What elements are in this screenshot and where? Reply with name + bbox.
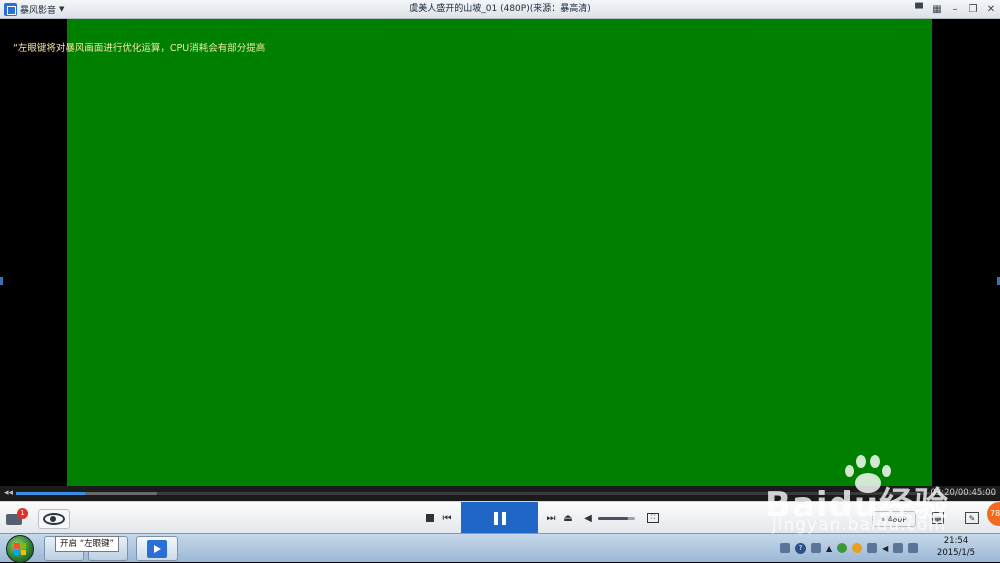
toolbox-badge: 1 — [17, 508, 28, 519]
seek-progress — [16, 492, 85, 495]
previous-button[interactable]: ⏮ — [442, 512, 452, 524]
video-area[interactable]: “左眼键将对暴风画面进行优化运算，CPU消耗会有部分提高 — [0, 19, 1000, 486]
video-frame[interactable] — [67, 19, 932, 486]
cloud-icon[interactable] — [867, 543, 878, 553]
restore-button[interactable]: ❐ — [968, 4, 978, 15]
window-title: 虞美人盛开的山坡_01 (480P)(来源：暴高清) — [409, 3, 591, 14]
volume-level — [598, 517, 628, 520]
clock-time: 21:54 — [943, 536, 969, 546]
left-edge-handle[interactable] — [0, 277, 3, 285]
osd-message: “左眼键将对暴风画面进行优化运算，CPU消耗会有部分提高 — [13, 43, 266, 54]
edit-icon: ✎ — [968, 513, 976, 523]
time-readout: 03:20/00:45:00 — [930, 488, 996, 498]
mute-button[interactable]: ◀ — [582, 512, 594, 524]
fullscreen-icon: ⛶ — [650, 514, 656, 521]
skin-icon[interactable]: ▦ — [932, 4, 942, 15]
left-eye-button[interactable] — [38, 509, 70, 529]
tooltip: 开启 “左眼键” — [55, 536, 120, 552]
playlist-button[interactable]: ▦ — [932, 512, 944, 524]
quality-label: 480P — [887, 514, 907, 524]
skip-previous-icon: ⏮ — [442, 512, 452, 524]
baofeng-logo-icon — [4, 2, 17, 16]
speaker-icon: ◀ — [584, 512, 592, 524]
stop-icon — [426, 514, 434, 522]
window-controls: ▀ ▦ – ❐ ✕ — [914, 0, 996, 19]
close-button[interactable]: ✕ — [986, 4, 996, 15]
qq-icon[interactable] — [852, 543, 863, 553]
control-bar: 1 ⏮ ⏭ ⏏ ◀ ⛶ » 480P ▦ ✎ 78 — [0, 501, 1000, 534]
next-button[interactable]: ⏭ — [546, 512, 556, 524]
player-app-icon — [147, 540, 167, 558]
promo-badge[interactable]: 78 — [987, 502, 1000, 526]
chevron-down-icon: ▼ — [59, 5, 65, 13]
windows-logo-icon — [14, 543, 26, 555]
quality-button[interactable]: » 480P — [872, 511, 916, 527]
tray-app-icon[interactable] — [811, 543, 821, 553]
chat-icon[interactable]: ▀ — [914, 4, 924, 15]
pause-button[interactable] — [461, 502, 538, 534]
fullscreen-button[interactable]: ⛶ — [647, 513, 659, 523]
signal-icon[interactable] — [908, 543, 919, 553]
eye-icon — [43, 513, 65, 525]
minimize-button[interactable]: – — [950, 4, 960, 15]
eject-icon: ⏏ — [563, 512, 573, 524]
skip-next-icon: ⏭ — [546, 512, 556, 524]
title-bar: 暴风影音 ▼ 虞美人盛开的山坡_01 (480P)(来源：暴高清) ▀ ▦ – … — [0, 0, 1000, 19]
help-icon[interactable]: ? — [795, 542, 806, 554]
clock-date: 2015/1/5 — [936, 548, 976, 558]
pause-icon — [493, 511, 498, 525]
app-menu-button[interactable]: 暴风影音 ▼ — [0, 0, 80, 19]
volume-slider[interactable] — [598, 517, 635, 520]
show-hidden-icons-icon[interactable]: ▲ — [826, 544, 832, 553]
volume-tray-icon[interactable]: ◀ — [882, 544, 888, 553]
seek-track[interactable] — [16, 492, 996, 495]
double-chevron-icon: » — [881, 514, 886, 524]
network-icon[interactable] — [893, 543, 904, 553]
app-name: 暴风影音 — [20, 5, 57, 16]
open-file-button[interactable]: ⏏ — [562, 512, 574, 524]
system-tray: ? ▲ ◀ — [780, 537, 919, 559]
clock[interactable]: 21:54 2015/1/5 — [936, 535, 976, 559]
start-button[interactable] — [6, 535, 34, 563]
security-icon[interactable] — [837, 543, 848, 553]
rewind-icon[interactable]: ◂◂ — [4, 488, 13, 498]
taskbar-item-player[interactable] — [136, 536, 178, 561]
keyboard-icon[interactable] — [780, 543, 790, 553]
grid-icon: ▦ — [934, 513, 942, 523]
seekbar-row: ◂◂ 03:20/00:45:00 — [0, 486, 1000, 501]
settings-button[interactable]: ✎ — [965, 512, 979, 524]
stop-button[interactable] — [425, 513, 435, 523]
